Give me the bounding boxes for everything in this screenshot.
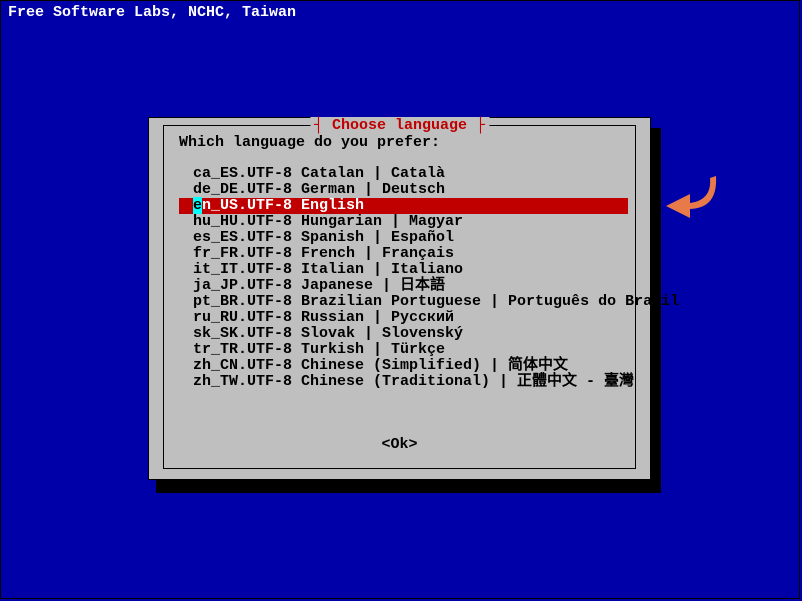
language-option[interactable]: en_US.UTF-8 English xyxy=(179,198,628,214)
pointer-arrow-icon xyxy=(660,168,720,233)
language-dialog: ┤ Choose language ├ Which language do yo… xyxy=(148,117,651,480)
language-option[interactable]: ja_JP.UTF-8 Japanese | 日本語 xyxy=(179,278,628,294)
language-option[interactable]: es_ES.UTF-8 Spanish | Español xyxy=(179,230,628,246)
language-option[interactable]: tr_TR.UTF-8 Turkish | Türkçe xyxy=(179,342,628,358)
dialog-prompt: Which language do you prefer: xyxy=(179,134,440,151)
ok-button[interactable]: <Ok> xyxy=(381,436,417,453)
language-option[interactable]: pt_BR.UTF-8 Brazilian Portuguese | Portu… xyxy=(179,294,628,310)
language-option[interactable]: ru_RU.UTF-8 Russian | Русский xyxy=(179,310,628,326)
language-option[interactable]: de_DE.UTF-8 German | Deutsch xyxy=(179,182,628,198)
dialog-title: ┤ Choose language ├ xyxy=(310,117,489,134)
language-option[interactable]: zh_TW.UTF-8 Chinese (Traditional) | 正體中文… xyxy=(179,374,628,390)
language-option[interactable]: zh_CN.UTF-8 Chinese (Simplified) | 简体中文 xyxy=(179,358,628,374)
language-list[interactable]: ca_ES.UTF-8 Catalan | Catalàde_DE.UTF-8 … xyxy=(179,166,628,390)
page-header: Free Software Labs, NCHC, Taiwan xyxy=(0,0,802,25)
language-option[interactable]: hu_HU.UTF-8 Hungarian | Magyar xyxy=(179,214,628,230)
language-option[interactable]: fr_FR.UTF-8 French | Français xyxy=(179,246,628,262)
language-option[interactable]: sk_SK.UTF-8 Slovak | Slovenský xyxy=(179,326,628,342)
language-option[interactable]: it_IT.UTF-8 Italian | Italiano xyxy=(179,262,628,278)
language-option[interactable]: ca_ES.UTF-8 Catalan | Català xyxy=(179,166,628,182)
